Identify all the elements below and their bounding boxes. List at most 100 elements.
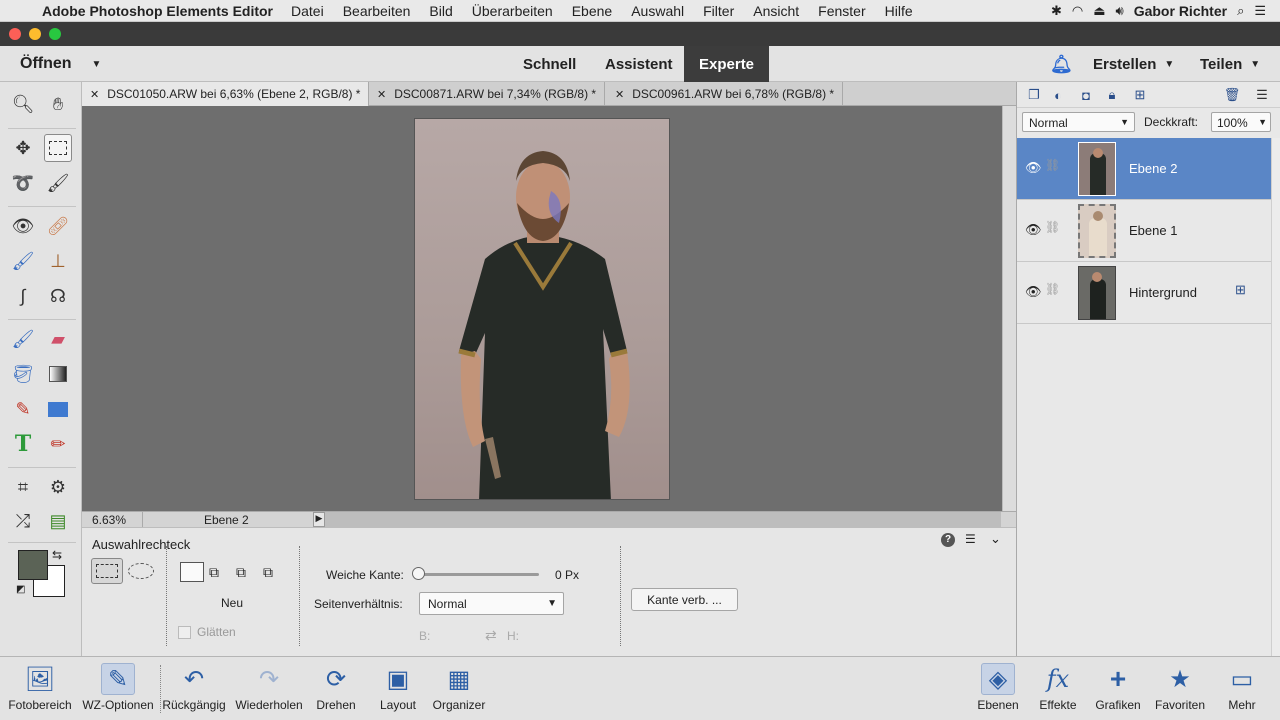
options-menu-icon[interactable]: ☰ <box>965 532 976 546</box>
swap-colors-icon[interactable]: ⇆ <box>52 548 62 562</box>
lasso-tool-icon[interactable]: ➰ <box>9 169 37 197</box>
swap-dimensions-icon[interactable]: ⇄ <box>485 627 497 644</box>
menubar-user-name[interactable]: Gabor Richter <box>1134 3 1227 19</box>
zoom-tool-icon[interactable]: 🔍︎ <box>9 90 37 118</box>
rectangle-marquee-option[interactable] <box>91 558 123 584</box>
link-chain-icon[interactable]: ⛓︎ <box>1045 282 1060 296</box>
zoom-level[interactable]: 6.63% <box>92 513 126 527</box>
window-zoom-button[interactable] <box>49 28 61 40</box>
eject-icon[interactable]: ⏏ <box>1093 3 1105 19</box>
pencil-tool-icon[interactable]: ✏︎ <box>44 430 72 458</box>
close-tab-icon[interactable]: ✕ <box>377 88 386 101</box>
smooth-checkbox[interactable] <box>178 626 191 639</box>
visibility-eye-icon[interactable]: 👁︎ <box>1025 222 1042 238</box>
layer-mask-icon[interactable]: ◘ <box>1077 86 1095 104</box>
layer-lock-icon[interactable]: ⊞ <box>1235 282 1246 298</box>
menu-fenster[interactable]: Fenster <box>818 3 865 19</box>
refine-edge-button[interactable]: Kante verb. ... <box>631 588 738 611</box>
straighten-tool-icon[interactable]: ▤ <box>44 507 72 535</box>
collapse-options-icon[interactable]: ⌄ <box>990 531 1001 547</box>
photo-bin-button[interactable]: 🖼︎ Fotobereich <box>6 657 74 720</box>
text-tool-icon[interactable]: T <box>9 430 37 458</box>
menu-bearbeiten[interactable]: Bearbeiten <box>343 3 411 19</box>
aspect-ratio-select[interactable]: Normal ▼ <box>419 592 564 615</box>
subtract-from-selection-icon[interactable]: ⧉ <box>236 564 246 581</box>
canvas-vertical-scrollbar[interactable] <box>1002 106 1016 511</box>
wifi-icon[interactable]: ◠ <box>1072 3 1083 19</box>
tab-dsc00961[interactable]: ✕ DSC00961.ARW bei 6,78% (RGB/8) * <box>607 82 844 106</box>
default-colors-icon[interactable]: ◩ <box>16 584 25 595</box>
effects-panel-button[interactable]: fx Effekte <box>1032 657 1084 720</box>
delete-layer-icon[interactable]: 🗑︎ <box>1223 86 1241 104</box>
opacity-field[interactable]: 100% ▼ <box>1211 112 1271 132</box>
window-close-button[interactable] <box>9 28 21 40</box>
open-dropdown-icon[interactable]: ▼ <box>92 59 102 70</box>
spotlight-search-icon[interactable]: ⌕ <box>1237 3 1244 19</box>
redo-button[interactable]: ↷ Wiederholen <box>232 657 306 720</box>
lock-all-icon[interactable]: 🔒︎ <box>1103 86 1121 104</box>
menu-auswahl[interactable]: Auswahl <box>631 3 684 19</box>
chevron-down-icon[interactable]: ▼ <box>1258 117 1267 127</box>
layers-panel-button[interactable]: ◈ Ebenen <box>972 657 1024 720</box>
close-tab-icon[interactable]: ✕ <box>90 88 99 101</box>
crop-tool-icon[interactable]: ⌗ <box>9 473 37 501</box>
layer-row-hintergrund[interactable]: 👁︎ ⛓︎ Hintergrund ⊞ <box>1017 262 1271 324</box>
open-button[interactable]: Öffnen ▼ <box>20 46 101 82</box>
tool-options-button[interactable]: ✎ WZ-Optionen <box>80 657 156 720</box>
menu-bild[interactable]: Bild <box>429 3 452 19</box>
volume-icon[interactable]: 🔊︎ <box>1116 3 1124 19</box>
status-menu-arrow-icon[interactable]: ▶ <box>313 512 325 527</box>
link-chain-icon[interactable]: ⛓︎ <box>1045 158 1060 172</box>
menu-app-name[interactable]: Adobe Photoshop Elements Editor <box>42 3 273 19</box>
intersect-selection-icon[interactable]: ⧉ <box>263 564 273 581</box>
menu-hilfe[interactable]: Hilfe <box>885 3 913 19</box>
foreground-color-swatch[interactable] <box>18 550 48 580</box>
link-chain-icon[interactable]: ⛓︎ <box>1045 220 1060 234</box>
smart-brush-tool-icon[interactable]: 🖌︎ <box>9 247 37 275</box>
content-aware-move-tool-icon[interactable]: ⤮ <box>9 507 37 535</box>
new-layer-icon[interactable]: ❐ <box>1025 86 1043 104</box>
layers-panel-menu-icon[interactable]: ☰ <box>1253 86 1271 104</box>
move-tool-icon[interactable]: ✥ <box>9 134 37 162</box>
undo-button[interactable]: ↶ Rückgängig <box>160 657 228 720</box>
favorites-panel-button[interactable]: ★ Favoriten <box>1150 657 1210 720</box>
sponge-tool-icon[interactable]: ☊ <box>44 282 72 310</box>
menu-datei[interactable]: Datei <box>291 3 324 19</box>
menu-ansicht[interactable]: Ansicht <box>753 3 799 19</box>
tab-dsc01050[interactable]: ✕ DSC01050.ARW bei 6,63% (Ebene 2, RGB/8… <box>82 82 370 106</box>
visibility-eye-icon[interactable]: 👁︎ <box>1025 160 1042 176</box>
mode-experte[interactable]: Experte <box>684 46 770 82</box>
marquee-tool-icon[interactable] <box>44 134 72 162</box>
paint-bucket-tool-icon[interactable]: 🪣︎ <box>9 360 37 388</box>
bluetooth-icon[interactable]: ✱ <box>1051 3 1062 19</box>
ellipse-marquee-option[interactable] <box>128 563 154 579</box>
add-to-selection-icon[interactable]: ⧉ <box>209 564 219 581</box>
document-image[interactable] <box>414 118 670 500</box>
eyedropper-tool-icon[interactable]: ✎ <box>9 395 37 423</box>
new-selection-mode[interactable] <box>180 562 204 582</box>
layers-scrollbar[interactable] <box>1271 138 1280 656</box>
blur-tool-icon[interactable]: ∫ <box>9 282 37 310</box>
share-menu[interactable]: Teilen ▼ <box>1200 46 1260 82</box>
graphics-panel-button[interactable]: + Grafiken <box>1092 657 1144 720</box>
rotate-button[interactable]: ⟳ Drehen <box>310 657 362 720</box>
brush-tool-icon[interactable]: 🖌︎ <box>9 325 37 353</box>
mode-schnell[interactable]: Schnell <box>523 46 576 82</box>
notification-center-icon[interactable]: ☰ <box>1254 3 1266 19</box>
layer-row-ebene-2[interactable]: 👁︎ ⛓︎ Ebene 2 <box>1017 138 1271 200</box>
close-tab-icon[interactable]: ✕ <box>615 88 624 101</box>
more-panel-button[interactable]: ▭ Mehr <box>1216 657 1268 720</box>
layout-button[interactable]: ▣ Layout <box>372 657 424 720</box>
create-menu[interactable]: Erstellen ▼ <box>1093 46 1174 82</box>
horizontal-scrollbar[interactable] <box>325 512 1001 527</box>
adjustment-layer-icon[interactable]: ◐ <box>1049 86 1067 104</box>
clone-stamp-tool-icon[interactable]: ⊥ <box>44 247 72 275</box>
red-eye-tool-icon[interactable]: 👁︎ <box>9 212 37 240</box>
visibility-eye-icon[interactable]: 👁︎ <box>1025 284 1042 300</box>
window-minimize-button[interactable] <box>29 28 41 40</box>
shape-tool-icon[interactable] <box>44 395 72 423</box>
spot-healing-tool-icon[interactable]: 🩹︎ <box>44 212 72 240</box>
notification-bell-icon[interactable]: 🔔︎ <box>1050 46 1073 82</box>
lock-transparency-icon[interactable]: ⊞ <box>1131 86 1149 104</box>
menu-filter[interactable]: Filter <box>703 3 734 19</box>
